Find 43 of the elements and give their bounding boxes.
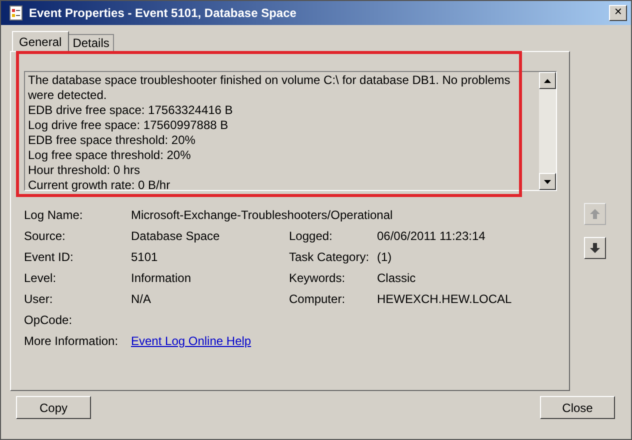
field-label: Level: [24, 271, 58, 286]
close-button[interactable]: ✕ [609, 5, 627, 21]
field-label: Event ID: [24, 250, 74, 265]
description-line: Log drive free space: 17560997888 B [28, 118, 230, 133]
field-value: 5101 [131, 250, 159, 265]
scrollbar[interactable] [539, 72, 556, 190]
field-value: Classic [377, 271, 417, 286]
help-link[interactable]: Event Log Online Help [131, 334, 252, 348]
field-label: Computer: [289, 292, 346, 307]
field-label: More Information: [24, 334, 120, 349]
field-value: N/A [131, 292, 152, 307]
scroll-up-button[interactable] [539, 72, 556, 89]
field-label: Task Category: [289, 250, 370, 265]
field-label: Log Name: [24, 208, 84, 223]
field-label: User: [24, 292, 54, 307]
scroll-down-button[interactable] [539, 173, 556, 190]
up-arrow-icon [589, 208, 601, 220]
down-triangle-icon [544, 180, 551, 184]
field-value: (1) [377, 250, 393, 265]
field-label: Source: [24, 229, 66, 244]
description-line: The database space troubleshooter finished on volume C:\ for database DB1. No problems were detected. [28, 73, 512, 103]
description-line: EDB free space threshold: 20% [28, 133, 196, 148]
field-label: Keywords: [289, 271, 346, 286]
tab[interactable]: Details [68, 34, 114, 51]
window-title: Event Properties - Event 5101, Database Space [29, 6, 298, 20]
event-viewer-icon [9, 5, 23, 21]
field-label: OpCode: [24, 313, 74, 328]
description-line: Log free space threshold: 20% [28, 148, 192, 163]
next-event-button[interactable] [584, 237, 606, 259]
field-value: Information [131, 271, 192, 286]
description-line: EDB drive free space: 17563324416 B [28, 103, 234, 118]
tab[interactable]: General [12, 31, 69, 51]
field-value: Microsoft-Exchange-Troubleshooters/Operational [131, 208, 394, 223]
field-value: 06/06/2011 11:23:14 [377, 229, 486, 244]
up-triangle-icon [544, 78, 551, 82]
field-value: HEWEXCH.HEW.LOCAL [377, 292, 513, 307]
description-line: Hour threshold: 0 hrs [28, 163, 142, 178]
field-label: Logged: [289, 229, 334, 244]
dialog-button[interactable]: Close [540, 396, 615, 419]
down-arrow-icon [589, 242, 601, 254]
field-value: Database Space [131, 229, 221, 244]
dialog-button[interactable]: Copy [16, 396, 91, 419]
description-line: Current growth rate: 0 B/hr [28, 178, 172, 193]
